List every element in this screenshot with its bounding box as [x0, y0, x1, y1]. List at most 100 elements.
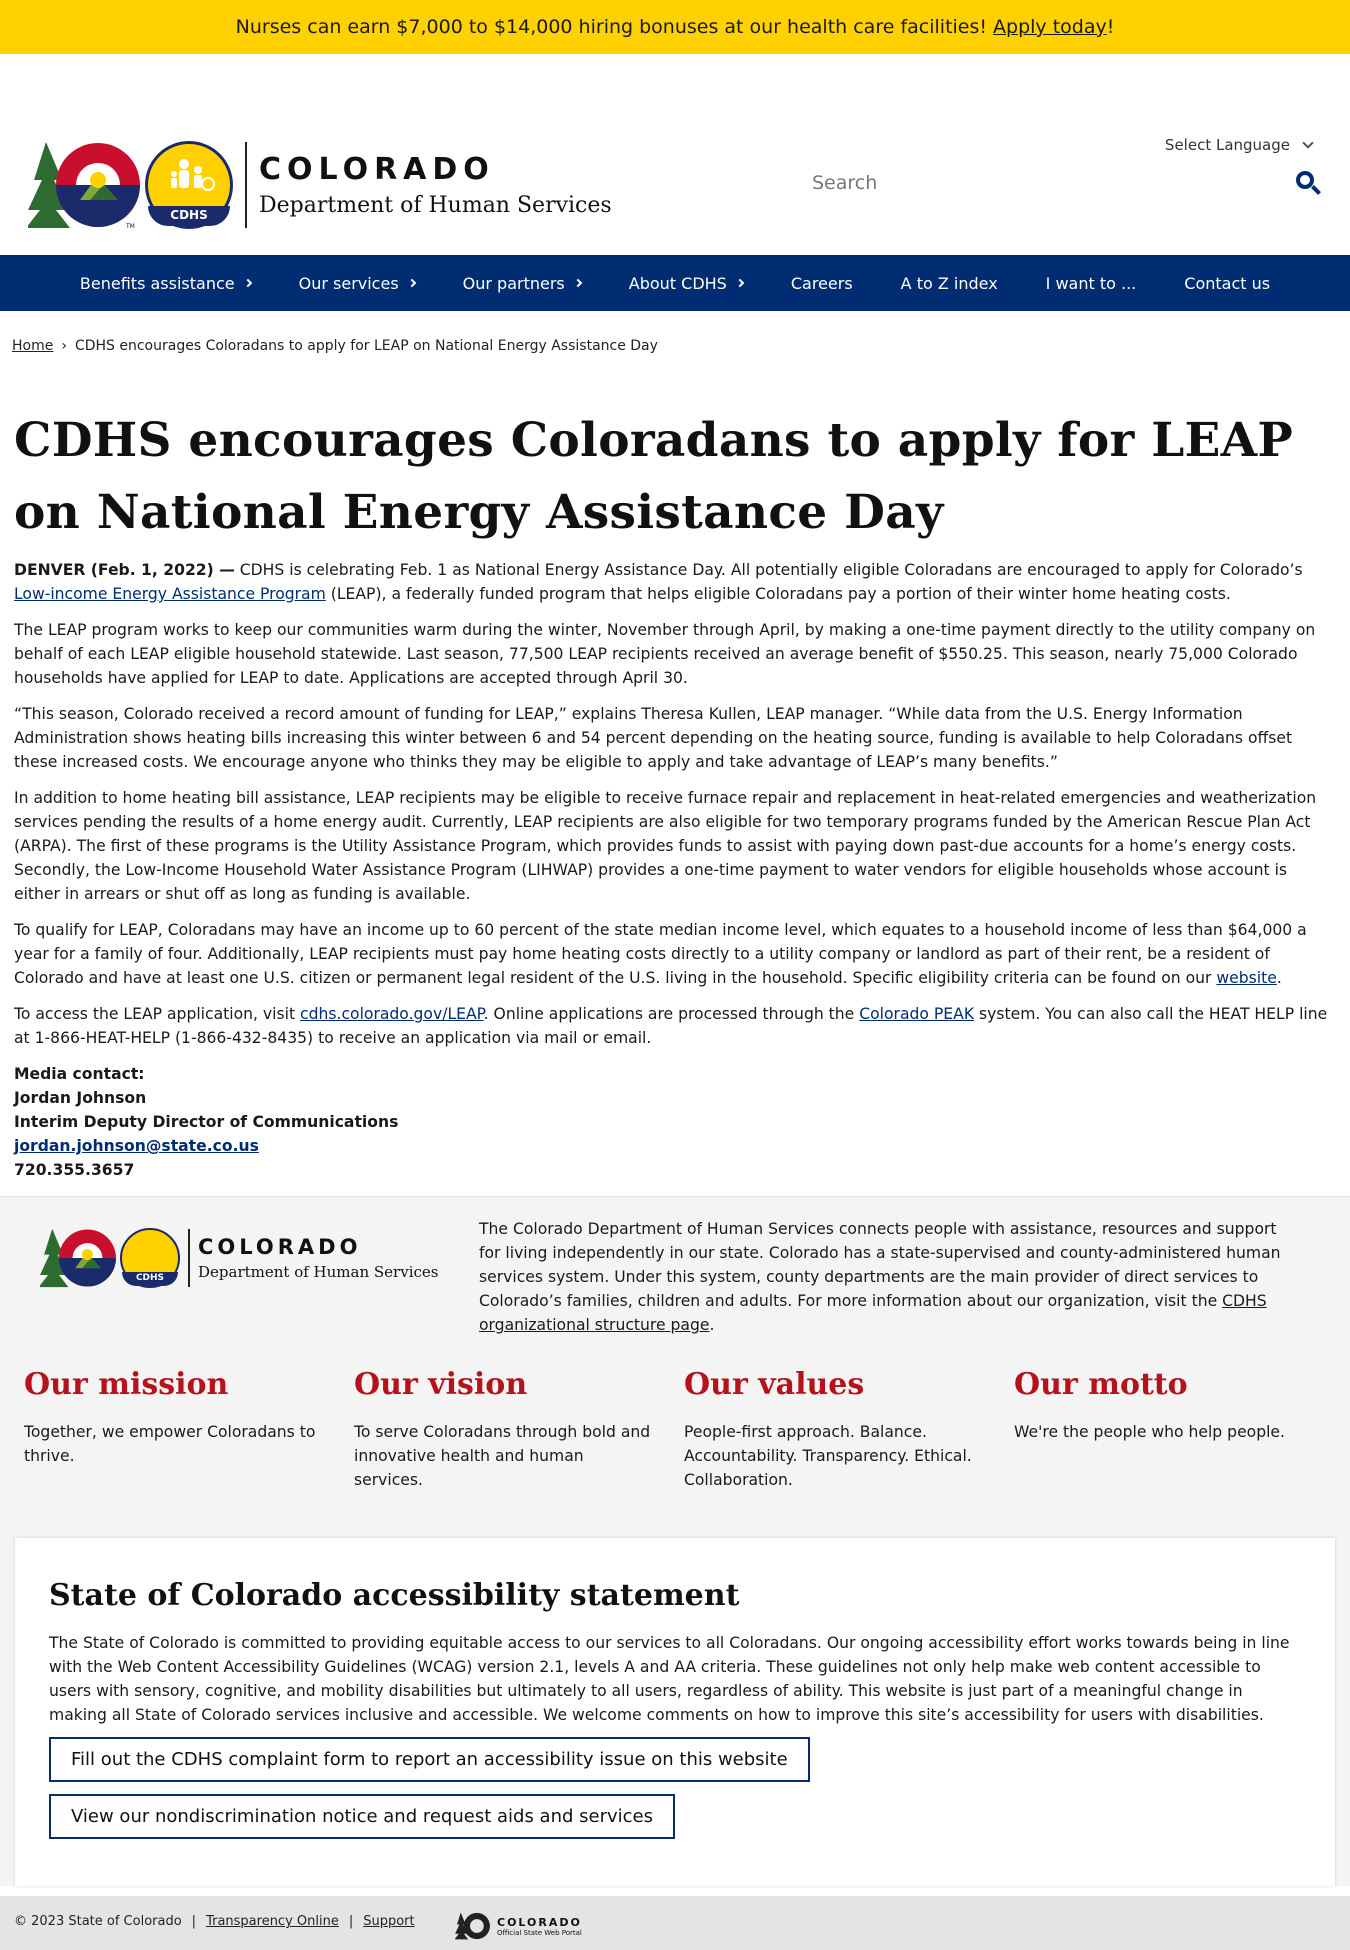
chevron-right-icon [573, 278, 583, 288]
website-link[interactable]: website [1216, 969, 1276, 987]
footer-logo[interactable]: CDHS COLORADO Department of Human Servic… [38, 1227, 438, 1289]
intro-text-a: CDHS is celebrating Feb. 1 as National E… [234, 561, 1303, 579]
language-selector[interactable]: Select Language [1164, 136, 1314, 154]
about-text-a: The Colorado Department of Human Service… [479, 1220, 1281, 1310]
chevron-down-icon [1302, 137, 1314, 149]
cdhs-badge-label: CDHS [122, 1272, 178, 1286]
access-text-b: . Online applications are processed thro… [483, 1005, 860, 1023]
svg-text:TM: TM [125, 223, 135, 230]
banner-suffix: ! [1106, 16, 1115, 38]
portal-text: COLORADO Official State Web Portal [497, 1916, 582, 1937]
colorado-c-logo-icon [455, 1912, 490, 1940]
qualify-text-b: . [1276, 969, 1282, 987]
accessibility-title: State of Colorado accessibility statemen… [49, 1578, 740, 1613]
support-link[interactable]: Support [363, 1914, 414, 1929]
nav-item-careers[interactable]: Careers [767, 274, 877, 293]
nav-item-label: Our partners [462, 273, 565, 293]
pillar-mission: Our mission Together, we empower Colorad… [24, 1367, 354, 1492]
dateline: DENVER (Feb. 1, 2022) — [14, 561, 235, 579]
breadcrumb-separator: › [61, 338, 67, 354]
pillar-text: People-first approach. Balance. Accounta… [684, 1423, 972, 1489]
portal-state: COLORADO [497, 1915, 582, 1929]
colorado-peak-link[interactable]: Colorado PEAK [859, 1005, 974, 1023]
logo-state: COLORADO [198, 1235, 362, 1259]
media-contact: Media contact: Jordan Johnson Interim De… [14, 1062, 1336, 1182]
logo-divider [188, 1229, 190, 1287]
nondiscrimination-button[interactable]: View our nondiscrimination notice and re… [49, 1794, 675, 1839]
nav-item-our-partners[interactable]: Our partners [439, 274, 605, 293]
nav-item-our-services[interactable]: Our services [275, 274, 439, 293]
about-text-b: . [709, 1316, 715, 1334]
language-label: Select Language [1164, 136, 1290, 154]
search-bar[interactable]: Search [812, 168, 1322, 198]
link-separator: | [191, 1914, 197, 1929]
pillar-motto: Our motto We're the people who help peop… [1014, 1367, 1344, 1492]
pillar-text: To serve Coloradans through bold and inn… [354, 1423, 651, 1489]
search-icon[interactable] [1294, 169, 1322, 197]
paragraph-access: To access the LEAP application, visit cd… [14, 1002, 1336, 1050]
nav-item-i-want-to[interactable]: I want to ... [1022, 274, 1161, 293]
chevron-right-icon [407, 278, 416, 288]
pillar-values: Our values People-first approach. Balanc… [684, 1367, 1014, 1492]
qualify-text-a: To qualify for LEAP, Coloradans may have… [14, 921, 1307, 987]
pillar-vision: Our vision To serve Coloradans through b… [354, 1367, 684, 1492]
logo-divider [245, 142, 247, 228]
logo-text: COLORADO Department of Human Services [198, 1235, 438, 1281]
complaint-form-button[interactable]: Fill out the CDHS complaint form to repo… [49, 1737, 810, 1782]
nav-item-label: I want to ... [1045, 273, 1137, 293]
leap-application-link[interactable]: cdhs.colorado.gov/LEAP [300, 1005, 484, 1023]
nav-item-label: Our services [298, 273, 399, 293]
contact-label: Media contact: [14, 1065, 145, 1083]
pillar-title: Our values [684, 1367, 865, 1402]
nav-item-label: Benefits assistance [79, 273, 235, 293]
nav-item-a-to-z-index[interactable]: A to Z index [877, 274, 1022, 293]
pillar-text: Together, we empower Coloradans to thriv… [24, 1423, 316, 1465]
cdhs-logo[interactable]: TM CDHS COLORADO Department of Human Ser… [26, 140, 612, 230]
contact-phone: 720.355.3657 [14, 1161, 135, 1179]
logo-state: COLORADO [259, 152, 495, 187]
paragraph-intro: DENVER (Feb. 1, 2022) — CDHS is celebrat… [14, 558, 1336, 606]
breadcrumb-home-link[interactable]: Home [12, 338, 53, 354]
paragraph-program: The LEAP program works to keep our commu… [14, 621, 1316, 687]
portal-sub: Official State Web Portal [497, 1928, 582, 1937]
contact-name: Jordan Johnson [14, 1089, 147, 1107]
copyright: © 2023 State of Colorado [14, 1914, 182, 1929]
logo-text: COLORADO Department of Human Services [259, 152, 612, 218]
hiring-banner: Nurses can earn $7,000 to $14,000 hiring… [0, 0, 1350, 54]
colorado-c-logo-icon [38, 1227, 118, 1289]
nav-item-contact-us[interactable]: Contact us [1160, 274, 1294, 293]
search-input[interactable]: Search [812, 172, 877, 194]
banner-text: Nurses can earn $7,000 to $14,000 hiring… [235, 16, 988, 38]
cdhs-badge: CDHS [120, 1228, 180, 1288]
state-portal-logo[interactable]: COLORADO Official State Web Portal [455, 1912, 582, 1940]
pillar-text: We're the people who help people. [1014, 1423, 1285, 1441]
logo-dept: Department of Human Services [198, 1263, 439, 1281]
apply-today-link[interactable]: Apply today [993, 16, 1107, 38]
chevron-right-icon [243, 278, 252, 288]
nav-item-label: A to Z index [900, 273, 998, 293]
breadcrumb: Home › CDHS encourages Coloradans to app… [12, 338, 658, 354]
contact-email-link[interactable]: jordan.johnson@state.co.us [14, 1137, 259, 1155]
accessibility-text: The State of Colorado is committed to pr… [49, 1634, 1290, 1724]
page-title: CDHS encourages Coloradans to apply for … [14, 413, 1294, 540]
footer-about: The Colorado Department of Human Service… [479, 1217, 1299, 1337]
pillar-title: Our motto [1014, 1367, 1188, 1402]
nav-item-label: Careers [790, 273, 853, 293]
bottom-links: © 2023 State of Colorado | Transparency … [14, 1914, 415, 1929]
breadcrumb-current: CDHS encourages Coloradans to apply for … [74, 338, 658, 354]
chevron-right-icon [735, 278, 745, 288]
paragraph-qualify: To qualify for LEAP, Coloradans may have… [14, 918, 1336, 990]
leap-program-link[interactable]: Low-income Energy Assistance Program [14, 585, 326, 603]
logo-dept: Department of Human Services [259, 193, 612, 218]
contact-title: Interim Deputy Director of Communication… [14, 1113, 399, 1131]
accessibility-statement: State of Colorado accessibility statemen… [15, 1538, 1335, 1886]
main-nav: Benefits assistance Our services Our partn… [0, 255, 1350, 311]
article-body: DENVER (Feb. 1, 2022) — CDHS is celebrat… [14, 558, 1336, 1182]
paragraph-additional: In addition to home heating bill assista… [14, 789, 1317, 903]
cdhs-badge: CDHS [145, 141, 233, 229]
nav-item-benefits-assistance[interactable]: Benefits assistance [56, 274, 275, 293]
paragraph-quote: “This season, Colorado received a record… [14, 705, 1293, 771]
bottom-bar: © 2023 State of Colorado | Transparency … [0, 1896, 1350, 1950]
nav-item-about-cdhs[interactable]: About CDHS [605, 274, 767, 293]
transparency-online-link[interactable]: Transparency Online [206, 1914, 339, 1929]
